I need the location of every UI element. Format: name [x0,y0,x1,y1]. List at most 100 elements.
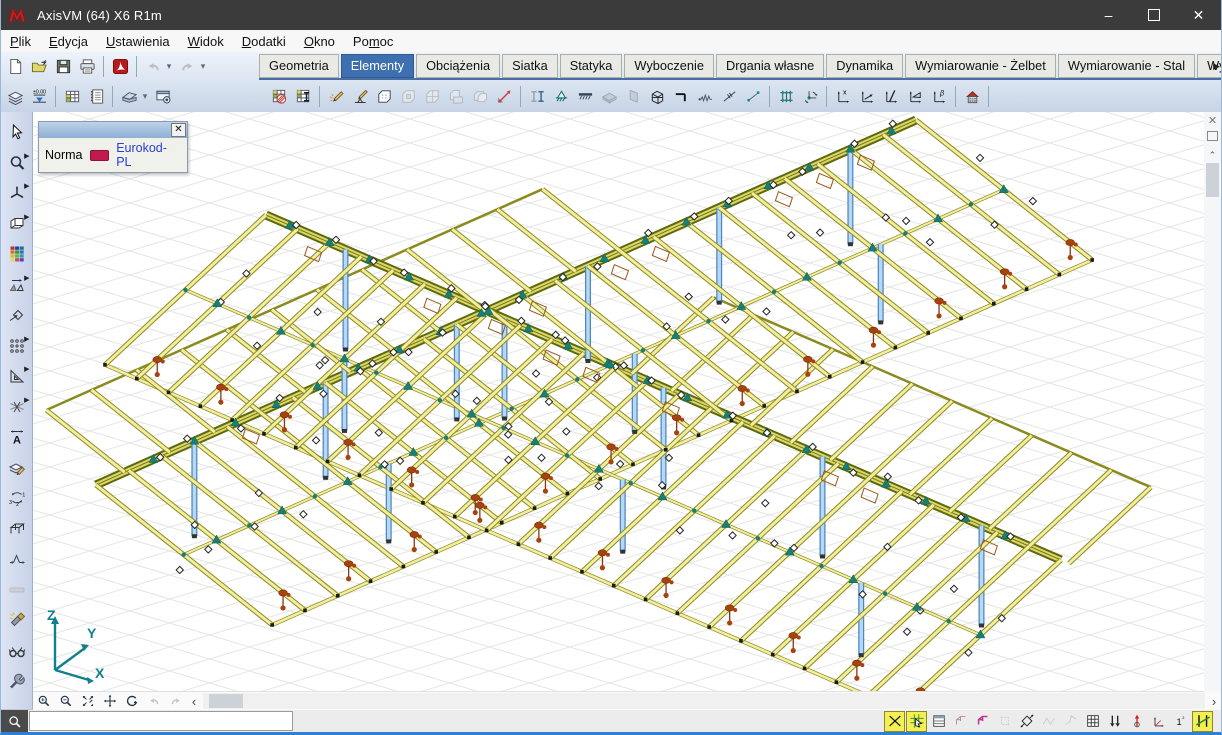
tab-siatka[interactable]: Siatka [502,54,558,78]
menu-dodatki[interactable]: Dodatki [233,30,295,52]
views-button[interactable]: ▶ [5,181,29,205]
save-button[interactable] [51,54,75,78]
local-beta-button[interactable]: β [927,84,951,108]
tab-statyka[interactable]: Statyka [560,54,623,78]
structure-display-toggle[interactable] [972,711,993,732]
menu-widok[interactable]: Widok [179,30,233,52]
scroll-left-button[interactable]: ‹ [187,694,201,709]
menu-ustawienia[interactable]: Ustawienia [97,30,179,52]
zoom-fit-button[interactable] [77,693,99,710]
node-tools-button[interactable]: ▶ [5,334,29,358]
direct-drawing-button[interactable] [348,84,372,108]
rigid-element-button[interactable] [669,84,693,108]
line-elements-button[interactable] [492,84,516,108]
minimize-button[interactable]: – [1086,0,1131,30]
tab-geometria[interactable]: Geometria [259,54,339,78]
print-button[interactable] [75,54,99,78]
draw-objects-button[interactable] [324,84,348,108]
beam-display-toggle[interactable] [1192,711,1213,732]
spring-element-button[interactable] [693,84,717,108]
tab-wyboczenie[interactable]: Wyboczenie [624,54,714,78]
line-support-button[interactable] [573,84,597,108]
table-browser-button[interactable] [60,84,84,108]
material-table-button[interactable] [267,84,291,108]
section-line-button[interactable] [5,547,29,571]
structure-view-button[interactable] [5,517,29,541]
design-code-panel[interactable]: ✕ Norma Eurokod-PL [38,121,188,173]
menu-plik[interactable]: Plik [1,30,40,52]
create-domain-button[interactable] [372,84,396,108]
layer-manager-button[interactable] [5,456,29,480]
zoom-out-button[interactable] [55,693,77,710]
display-options-button[interactable] [5,639,29,663]
status-search-input[interactable] [29,711,293,731]
close-button[interactable]: ✕ [1176,0,1221,30]
nodal-support-button[interactable] [549,84,573,108]
node-mesh-button[interactable] [774,84,798,108]
renumber-button[interactable]: 132 [5,486,29,510]
redo-button-dropdown[interactable]: ▾ [199,61,207,72]
guidelines-toggle[interactable] [1016,711,1037,732]
menu-edycja[interactable]: Edycja [40,30,97,52]
canvas-close-button[interactable]: ✕ [1205,112,1220,128]
pan-button[interactable] [99,693,121,710]
local-axes-toggle[interactable] [1148,711,1169,732]
color-coding-button[interactable] [5,242,29,266]
menu-okno[interactable]: Okno [295,30,344,52]
vertical-scrollbar[interactable]: ✕ ⌃ [1204,112,1221,692]
model-canvas[interactable]: ✕ Norma Eurokod-PL Z Y X [33,112,1221,710]
scroll-up-button[interactable]: ⌃ [1209,150,1217,161]
zoom-in-button[interactable] [33,693,55,710]
building-module-button[interactable] [960,84,984,108]
menu-pomoc[interactable]: Pomoc [344,30,402,52]
horizontal-scrollbar[interactable] [203,693,1205,709]
rotate-view-button[interactable] [121,693,143,710]
maximize-button[interactable] [1131,0,1176,30]
status-search-button[interactable] [1,710,28,732]
tab-overflow-button[interactable]: ▶ [1213,61,1220,72]
intersection-toggle[interactable] [884,711,905,732]
numbering-toggle[interactable]: 1² [1170,711,1191,732]
grid-display-toggle[interactable] [1082,711,1103,732]
tab-wymiarowanie-żelbet[interactable]: Wymiarowanie - Żelbet [905,54,1056,78]
layers-button[interactable] [3,84,27,108]
nodal-dof-button[interactable] [798,84,822,108]
tab-dynamika[interactable]: Dynamika [826,54,903,78]
local-plane-button[interactable] [903,84,927,108]
local-x-button[interactable]: x [831,84,855,108]
drawing-library-button-dropdown[interactable]: ▾ [141,91,149,102]
frame-element-button[interactable] [645,84,669,108]
tab-obciążenia[interactable]: Obciążenia [416,54,500,78]
zoom-tool-button[interactable]: ▶ [5,151,29,175]
vertical-scrollbar-thumb[interactable] [1206,163,1219,197]
undo-button-dropdown[interactable]: ▾ [165,61,173,72]
new-file-button[interactable] [3,54,27,78]
open-file-button[interactable] [27,54,51,78]
edge-element-button[interactable] [741,84,765,108]
base-level-button[interactable]: ±0.00 [27,84,51,108]
beam-sections-button[interactable] [525,84,549,108]
canvas-restore-button[interactable] [1205,128,1220,144]
find-tool-button[interactable] [5,608,29,632]
tab-wymiarowanie-stal[interactable]: Wymiarowanie - Stal [1058,54,1195,78]
selection-tool-button[interactable] [5,120,29,144]
workplane-display-toggle[interactable] [950,711,971,732]
tab-drgania-własne[interactable]: Drgania własne [716,54,824,78]
settings-button[interactable] [5,669,29,693]
local-reference-button[interactable] [855,84,879,108]
intersection-tool-button[interactable]: ▶ [5,395,29,419]
geometry-transform-button[interactable]: ▶ [5,273,29,297]
geometry-tools-button[interactable] [5,303,29,327]
design-code-panel-close-button[interactable]: ✕ [171,123,186,137]
gap-element-button[interactable] [717,84,741,108]
load-display-toggle[interactable] [1104,711,1125,732]
reaction-display-toggle[interactable] [1126,711,1147,732]
save-to-drawing-library-button[interactable] [151,84,175,108]
local-axis-button[interactable] [879,84,903,108]
tab-elementy[interactable]: Elementy [341,54,414,78]
cross-section-table-button[interactable] [291,84,315,108]
geometry-check-button[interactable]: ▶ [5,364,29,388]
design-code-panel-titlebar[interactable]: ✕ [39,122,187,138]
grid-snap-toggle[interactable] [906,711,927,732]
report-maker-button[interactable] [84,84,108,108]
